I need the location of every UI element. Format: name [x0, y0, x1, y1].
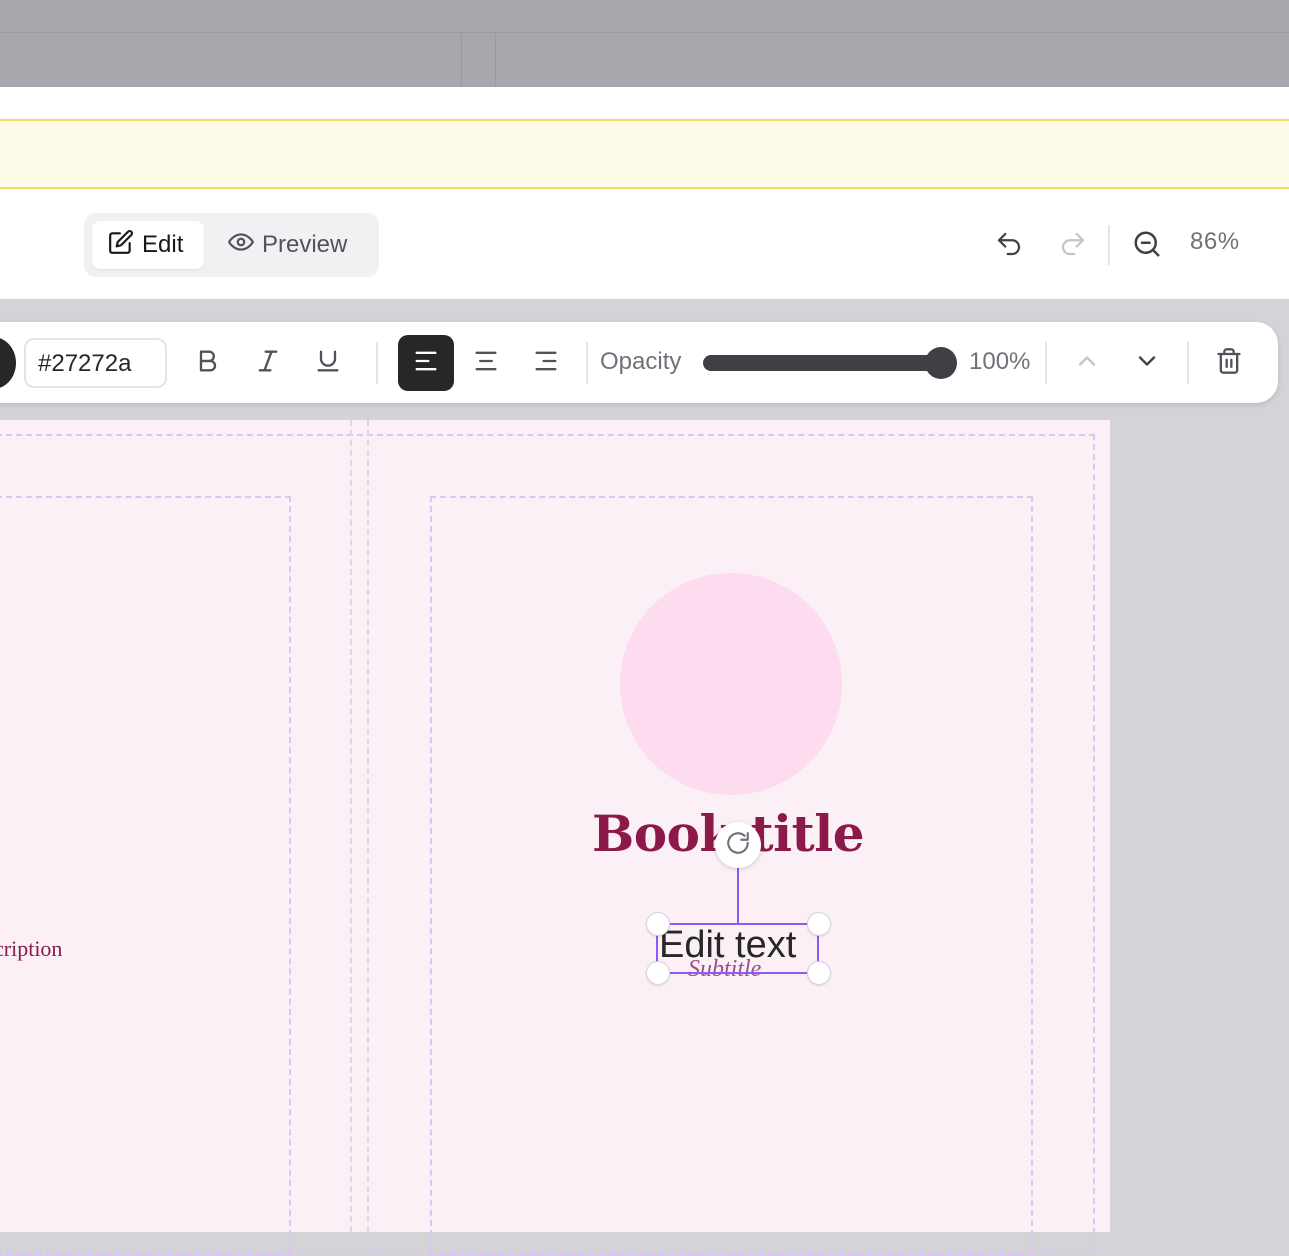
- zoom-out-button[interactable]: [1130, 229, 1164, 263]
- bring-forward-button[interactable]: [1059, 335, 1115, 391]
- zoom-out-icon: [1132, 229, 1162, 264]
- opacity-value: 100%: [969, 348, 1031, 375]
- opacity-label: Opacity: [600, 348, 682, 375]
- description-text[interactable]: cription: [0, 936, 62, 962]
- resize-handle-top-left[interactable]: [647, 913, 669, 935]
- italic-icon: [254, 347, 282, 380]
- app-header: [0, 0, 1289, 87]
- bold-icon: [194, 347, 222, 380]
- preview-mode-button[interactable]: Preview: [212, 221, 372, 269]
- edit-mode-label: Edit: [142, 231, 184, 258]
- spine-guide: [367, 420, 369, 1232]
- resize-handle-bottom-right[interactable]: [808, 962, 830, 984]
- resize-handle-top-right[interactable]: [808, 913, 830, 935]
- rotation-stem: [737, 866, 739, 923]
- header-tab-divider: [461, 33, 462, 87]
- edit-mode-button[interactable]: Edit: [92, 221, 204, 269]
- spine-guide: [350, 420, 352, 1232]
- toolbar-divider: [376, 342, 378, 384]
- underline-button[interactable]: [300, 335, 356, 391]
- selection-box[interactable]: [656, 923, 819, 974]
- bold-button[interactable]: [180, 335, 236, 391]
- redo-icon: [1058, 229, 1088, 264]
- align-center-button[interactable]: [458, 335, 514, 391]
- toolbar-divider: [586, 342, 588, 384]
- preview-mode-label: Preview: [262, 231, 348, 258]
- resize-handle-bottom-left[interactable]: [647, 962, 669, 984]
- toolbar-divider: [1108, 225, 1110, 265]
- edit-icon: [108, 229, 134, 262]
- toolbar-divider: [1187, 342, 1189, 384]
- redo-button[interactable]: [1056, 230, 1090, 262]
- trash-icon: [1215, 347, 1243, 380]
- toolbar-divider: [1045, 342, 1047, 384]
- opacity-slider[interactable]: [703, 355, 953, 371]
- color-hex-input[interactable]: #27272a: [24, 338, 167, 388]
- header-divider: [0, 32, 1289, 33]
- align-right-icon: [532, 347, 560, 380]
- rotate-handle[interactable]: [715, 822, 761, 868]
- align-center-icon: [472, 347, 500, 380]
- notice-banner: [0, 119, 1289, 189]
- eye-icon: [228, 229, 254, 262]
- delete-button[interactable]: [1201, 335, 1257, 391]
- header-tab-divider: [495, 33, 496, 87]
- chevron-up-icon: [1073, 347, 1101, 380]
- cover-circle-shape[interactable]: [620, 573, 842, 795]
- safe-area-guide-back: [0, 496, 291, 1256]
- align-left-button[interactable]: [398, 335, 454, 391]
- chevron-down-icon: [1133, 347, 1161, 380]
- rotate-icon: [725, 830, 751, 861]
- italic-button[interactable]: [240, 335, 296, 391]
- undo-icon: [994, 229, 1024, 264]
- mode-toggle: Edit Preview: [84, 213, 379, 277]
- opacity-slider-thumb[interactable]: [925, 347, 957, 379]
- undo-button[interactable]: [992, 230, 1026, 262]
- underline-icon: [314, 347, 342, 380]
- align-right-button[interactable]: [518, 335, 574, 391]
- send-backward-button[interactable]: [1119, 335, 1175, 391]
- zoom-level[interactable]: 86%: [1190, 228, 1240, 256]
- align-left-icon: [412, 347, 440, 380]
